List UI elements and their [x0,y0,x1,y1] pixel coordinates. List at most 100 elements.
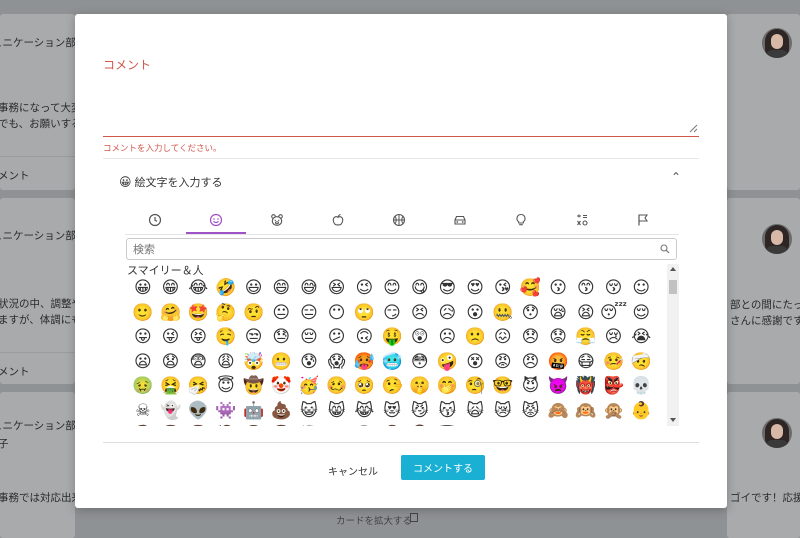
emoji-item[interactable]: 🤥 [378,374,406,399]
emoji-item[interactable]: 😇 [212,374,240,399]
emoji-item[interactable]: 👹 [572,374,600,399]
emoji-item[interactable]: 😻 [378,399,406,424]
emoji-item[interactable]: 🤡 [267,374,295,399]
emoji-item[interactable]: 😆 [323,276,351,301]
emoji-item[interactable]: 😖 [489,325,517,350]
tab-recent[interactable] [125,206,185,234]
emoji-item[interactable]: 👨 [240,423,268,426]
emoji-item[interactable]: 😿 [489,399,517,424]
emoji-item[interactable]: 😯 [517,301,545,326]
emoji-item[interactable]: 🤕 [627,350,655,375]
emoji-item[interactable]: 🤑 [378,325,406,350]
emoji-item[interactable]: 🙀 [461,399,489,424]
emoji-item[interactable]: 👺 [600,374,628,399]
emoji-item[interactable]: 😫 [572,301,600,326]
emoji-item[interactable]: 😡 [489,350,517,375]
emoji-item[interactable]: 🧓 [295,423,323,426]
emoji-item[interactable]: 🤫 [406,374,434,399]
emoji-item[interactable]: 😸 [323,399,351,424]
emoji-item[interactable]: 🤖 [240,399,268,424]
emoji-item[interactable]: 👿 [544,374,572,399]
emoji-item[interactable]: 😲 [406,325,434,350]
emoji-item[interactable]: 😧 [157,350,185,375]
emoji-item[interactable]: 😹 [351,399,379,424]
expand-card-link[interactable]: カードを拡大する [336,513,412,527]
emoji-item[interactable]: 🤣 [212,276,240,301]
tab-flags[interactable] [613,206,673,234]
emoji-item[interactable]: 🧐 [461,374,489,399]
emoji-item[interactable]: ☺ [627,276,655,301]
emoji-item[interactable]: 🤬 [544,350,572,375]
emoji-item[interactable]: 😱 [323,350,351,375]
expand-card-icon[interactable] [410,513,418,522]
emoji-item[interactable]: 😚 [600,276,628,301]
emoji-item[interactable]: 😀 [129,276,157,301]
emoji-item[interactable]: 😬 [267,350,295,375]
emoji-item[interactable]: 😔 [295,325,323,350]
emoji-item[interactable]: 😙 [572,276,600,301]
emoji-item[interactable]: 😥 [434,301,462,326]
emoji-item[interactable]: 😏 [378,301,406,326]
card-comment-link[interactable]: メント [0,364,30,379]
emoji-item[interactable]: 🤧 [184,374,212,399]
emoji-item[interactable]: 😍 [461,276,489,301]
emoji-item[interactable]: 😭 [627,325,655,350]
emoji-scrollbar[interactable] [667,264,679,426]
emoji-item[interactable]: 🙊 [600,399,628,424]
emoji-item[interactable]: 😎 [434,276,462,301]
emoji-item[interactable]: 😜 [157,325,185,350]
emoji-item[interactable]: 🥶 [378,350,406,375]
emoji-item[interactable]: 👻 [157,399,185,424]
scrollbar-thumb[interactable] [669,280,677,294]
tab-food[interactable] [308,206,368,234]
emoji-item[interactable]: 😊 [378,276,406,301]
emoji-item[interactable]: 🤩 [184,301,212,326]
emoji-item[interactable]: 😟 [544,325,572,350]
emoji-item[interactable]: 🥴 [323,374,351,399]
emoji-item[interactable]: 😉 [351,276,379,301]
emoji-item[interactable]: 🤔 [212,301,240,326]
emoji-item[interactable]: 😐 [267,301,295,326]
emoji-item[interactable]: 👨‍🎓 [434,423,462,426]
emoji-item[interactable]: 😼 [406,399,434,424]
emoji-item[interactable]: 😂 [184,276,212,301]
emoji-item[interactable]: 🤠 [240,374,268,399]
emoji-item[interactable]: 🤢 [129,374,157,399]
emoji-item[interactable]: 👾 [212,399,240,424]
emoji-item[interactable]: 😺 [295,399,323,424]
emoji-item[interactable]: 😦 [129,350,157,375]
emoji-item[interactable]: 😒 [240,325,268,350]
emoji-item[interactable]: 😘 [489,276,517,301]
emoji-item[interactable]: 👧 [184,423,212,426]
emoji-item[interactable]: 😁 [157,276,185,301]
tab-animals[interactable] [247,206,307,234]
emoji-item[interactable]: 😕 [323,325,351,350]
emoji-item[interactable]: 😾 [517,399,545,424]
tab-activity[interactable] [369,206,429,234]
emoji-item[interactable]: 💩 [267,399,295,424]
emoji-item[interactable]: 😛 [129,325,157,350]
emoji-item[interactable]: 👽 [184,399,212,424]
emoji-item[interactable]: 😄 [267,276,295,301]
emoji-item[interactable]: 👨‍⚕️ [378,423,406,426]
cancel-button[interactable]: キャンセル [317,459,389,481]
emoji-item[interactable]: 😑 [295,301,323,326]
emoji-item[interactable]: 🥰 [517,276,545,301]
emoji-item[interactable]: 😣 [406,301,434,326]
resize-handle-icon[interactable] [689,124,698,133]
emoji-item[interactable]: 🥵 [351,350,379,375]
emoji-item[interactable]: 😓 [267,325,295,350]
emoji-item[interactable]: 🥳 [295,374,323,399]
emoji-item[interactable]: 😶 [323,301,351,326]
emoji-item[interactable]: 😳 [406,350,434,375]
emoji-item[interactable]: 😪 [544,301,572,326]
emoji-item[interactable]: 😴 [600,301,628,326]
emoji-item[interactable]: 😤 [572,325,600,350]
scroll-up-icon[interactable] [670,267,676,271]
emoji-item[interactable]: 💀 [627,374,655,399]
emoji-item[interactable]: 😞 [517,325,545,350]
tab-smileys[interactable] [186,206,246,234]
emoji-item[interactable]: 😋 [406,276,434,301]
emoji-item[interactable]: 😢 [600,325,628,350]
emoji-item[interactable]: 😠 [517,350,545,375]
